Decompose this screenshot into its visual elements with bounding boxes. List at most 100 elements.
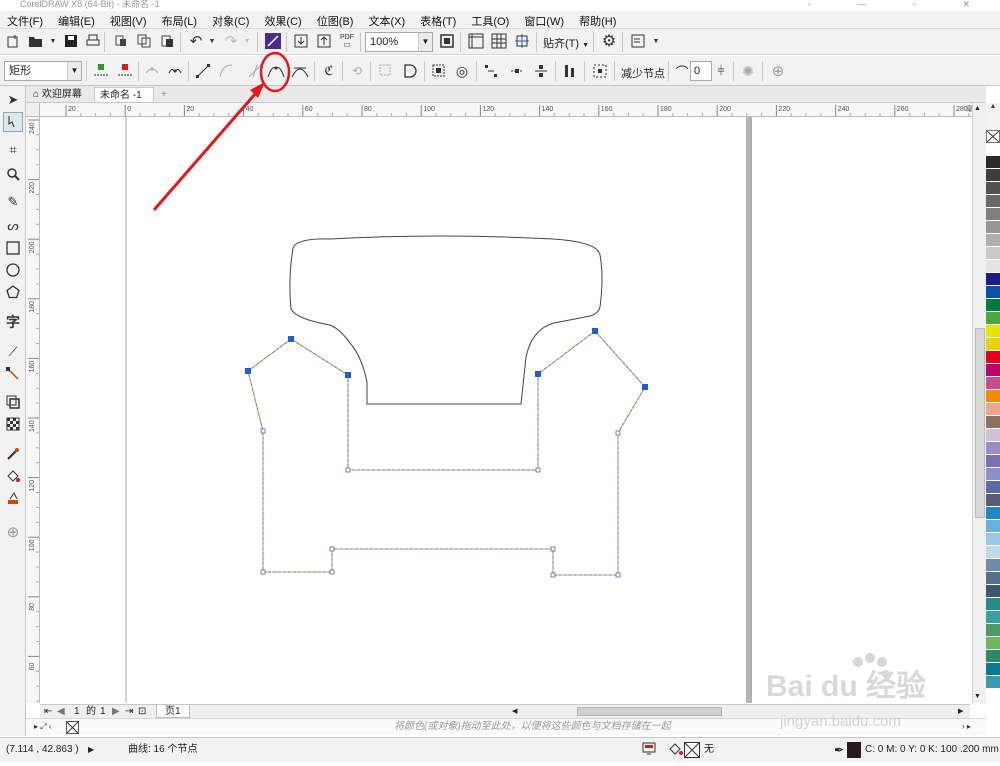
- menu-file[interactable]: 文件(F): [0, 11, 48, 29]
- first-page-icon[interactable]: ⇤: [44, 705, 52, 718]
- add-page-icon[interactable]: ⊡: [138, 705, 146, 718]
- reverse-direction-icon[interactable]: ⟲: [348, 62, 366, 80]
- reflect-nodes-icon[interactable]: ◎: [453, 62, 471, 80]
- menu-help[interactable]: 帮助(H): [572, 11, 621, 29]
- quick-customize-icon[interactable]: ⊕: [769, 62, 787, 80]
- rotate-nodes-icon[interactable]: [508, 62, 526, 80]
- import-icon[interactable]: [292, 32, 310, 50]
- symmetrical-node-icon[interactable]: ℭ: [320, 62, 338, 80]
- vertical-scroll-thumb[interactable]: [975, 328, 985, 518]
- show-grid-icon[interactable]: [490, 32, 508, 50]
- color-swatch[interactable]: [986, 338, 1000, 351]
- color-swatch[interactable]: [986, 312, 1000, 325]
- show-rulers-icon[interactable]: [467, 32, 485, 50]
- color-swatch[interactable]: [986, 650, 1000, 663]
- stretch-nodes-icon[interactable]: [482, 62, 500, 80]
- connector-tool-icon[interactable]: [3, 364, 23, 384]
- color-swatch[interactable]: [986, 468, 1000, 481]
- curve-node[interactable]: [550, 546, 556, 552]
- color-swatch[interactable]: [986, 377, 1000, 390]
- color-swatch[interactable]: [986, 559, 1000, 572]
- scroll-down-icon[interactable]: ▼: [974, 693, 981, 700]
- curve-node[interactable]: [260, 428, 266, 434]
- color-swatch[interactable]: [986, 624, 1000, 637]
- scroll-left-icon[interactable]: ◀: [512, 705, 517, 718]
- color-swatch[interactable]: [986, 273, 1000, 286]
- chevron-down-icon[interactable]: ▼: [238, 32, 256, 50]
- sofa-backrest-shape[interactable]: [289, 235, 603, 405]
- menu-layout[interactable]: 布局(L): [155, 11, 202, 29]
- eyedropper-tool-icon[interactable]: [3, 444, 23, 464]
- page-tab[interactable]: 页1: [156, 705, 190, 718]
- previous-page-icon[interactable]: ◀: [57, 705, 65, 718]
- color-swatch[interactable]: [986, 585, 1000, 598]
- color-palette[interactable]: [986, 130, 1000, 720]
- outline-pen-icon[interactable]: ✒: [834, 738, 844, 762]
- menu-tools[interactable]: 工具(O): [464, 11, 514, 29]
- color-swatch[interactable]: [986, 247, 1000, 260]
- convert-to-line-icon[interactable]: [194, 62, 212, 80]
- ellipse-tool-icon[interactable]: [3, 260, 23, 280]
- vertical-ruler[interactable]: 240 220 200 180 160 140 120 100 80 60: [26, 117, 40, 703]
- color-swatch[interactable]: [986, 481, 1000, 494]
- publish-pdf-icon[interactable]: PDF ▭: [338, 32, 356, 50]
- color-proof-icon[interactable]: [642, 742, 656, 766]
- color-swatch[interactable]: [986, 494, 1000, 507]
- node-selection-mode-icon[interactable]: ✺: [739, 62, 757, 80]
- chevron-down-icon[interactable]: ▼: [44, 32, 62, 50]
- delete-node-icon[interactable]: [116, 62, 134, 80]
- new-document-icon[interactable]: [4, 32, 22, 50]
- transparency-tool-icon[interactable]: [3, 414, 23, 434]
- rectangle-tool-icon[interactable]: [3, 238, 23, 258]
- paste-icon[interactable]: [158, 32, 176, 50]
- smoothness-slider-icon[interactable]: ⫩: [712, 62, 730, 80]
- palette-scroll-icon[interactable]: › ▸: [962, 719, 971, 735]
- smoothness-input[interactable]: 0: [690, 61, 712, 81]
- color-swatch[interactable]: [986, 364, 1000, 377]
- next-page-icon[interactable]: ▶: [112, 705, 120, 718]
- menu-window[interactable]: 窗口(W): [517, 11, 569, 29]
- elastic-mode-icon[interactable]: [561, 62, 579, 80]
- curve-node[interactable]: [535, 371, 541, 377]
- add-tab-icon[interactable]: +: [156, 87, 172, 102]
- menu-view[interactable]: 视图(V): [103, 11, 152, 29]
- extract-subpath-icon[interactable]: [430, 62, 448, 80]
- scroll-right-icon[interactable]: ▶: [958, 705, 963, 718]
- palette-scroll-up-icon[interactable]: ▲: [986, 103, 1000, 130]
- cut-icon[interactable]: [112, 32, 130, 50]
- color-swatch[interactable]: [986, 455, 1000, 468]
- color-swatch[interactable]: [986, 169, 1000, 182]
- tab-welcome[interactable]: ⌂ 欢迎屏幕: [28, 87, 87, 102]
- snap-to-menu[interactable]: 贴齐(T) ▼: [543, 35, 589, 51]
- curve-node[interactable]: [615, 572, 621, 578]
- select-all-nodes-icon[interactable]: [591, 62, 609, 80]
- color-swatch[interactable]: [986, 572, 1000, 585]
- corel-connect-icon[interactable]: [264, 32, 282, 50]
- export-icon[interactable]: [315, 32, 333, 50]
- menu-object[interactable]: 对象(C): [205, 11, 254, 29]
- fill-bucket-icon[interactable]: [668, 742, 684, 766]
- tab-document[interactable]: 未命名 -1: [94, 87, 154, 102]
- convert-to-curve-disabled-icon[interactable]: [217, 62, 235, 80]
- curve-node[interactable]: [615, 430, 621, 436]
- ruler-origin[interactable]: [26, 103, 40, 117]
- object-type-select[interactable]: 矩形 ▼: [4, 61, 82, 81]
- menu-table[interactable]: 表格(T): [413, 11, 461, 29]
- drop-shadow-tool-icon[interactable]: [3, 392, 23, 412]
- open-folder-icon[interactable]: [27, 32, 45, 50]
- close-curve-icon[interactable]: [401, 62, 419, 80]
- curve-node[interactable]: [260, 569, 266, 575]
- color-swatch[interactable]: [986, 143, 1000, 156]
- cusp-node-icon[interactable]: [267, 62, 285, 80]
- curve-node[interactable]: [329, 546, 335, 552]
- color-swatch[interactable]: [986, 676, 1000, 689]
- chevron-down-icon[interactable]: ▼: [647, 32, 665, 50]
- pick-tool-icon[interactable]: ➤: [3, 90, 23, 110]
- palette-options-icon[interactable]: ▸ ⤢ ‹: [34, 719, 52, 735]
- zoom-level-select[interactable]: 100% ▼: [365, 32, 433, 52]
- zoom-tool-icon[interactable]: [3, 164, 23, 184]
- curve-node[interactable]: [535, 467, 541, 473]
- menu-text[interactable]: 文本(X): [362, 11, 411, 29]
- color-swatch[interactable]: [986, 156, 1000, 169]
- no-color-swatch[interactable]: [66, 721, 79, 734]
